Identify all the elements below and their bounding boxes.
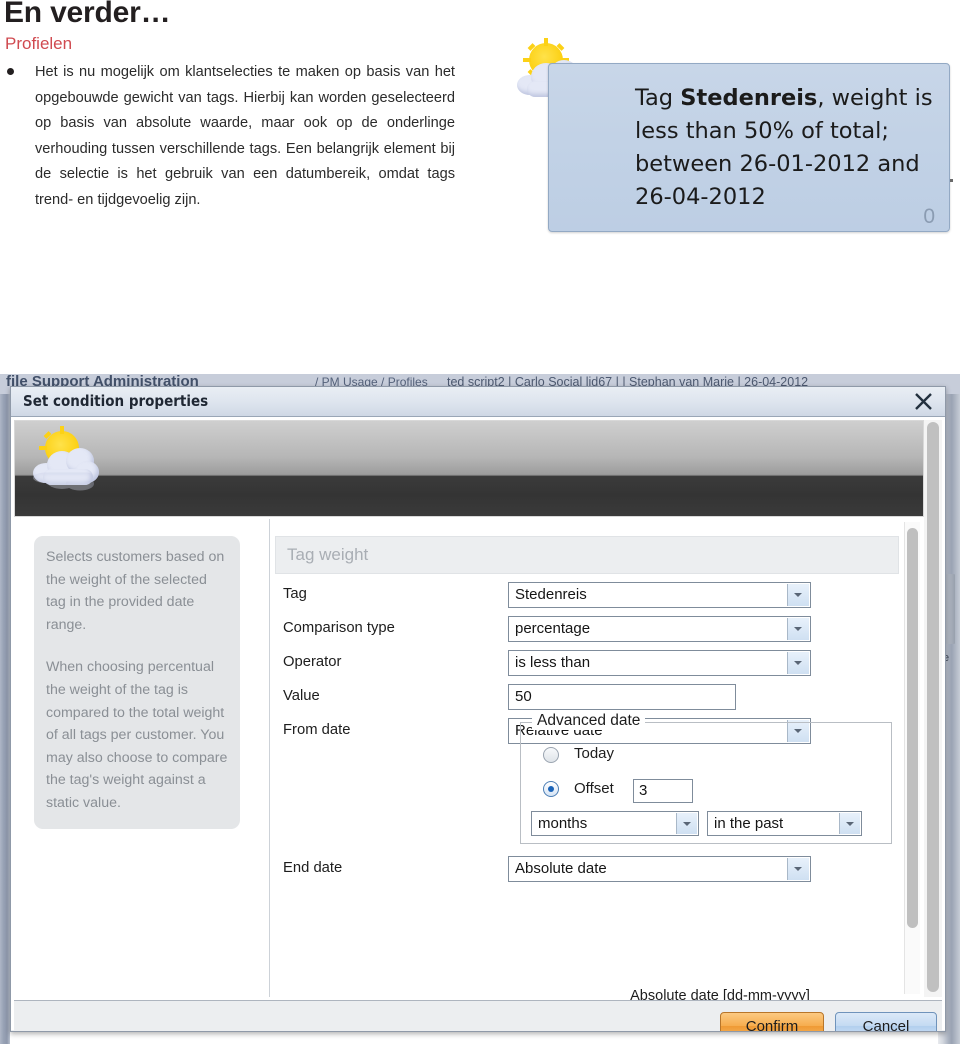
field-row-comparison-type: Comparison type percentage: [275, 614, 899, 648]
field-row-end-date: End date Absolute date: [275, 854, 899, 888]
label-end-date: End date: [283, 860, 343, 876]
background-left-edge: [0, 394, 10, 1044]
form-panel-scrollbar[interactable]: [904, 522, 920, 994]
tooltip-text: Tag Stedenreis, weight is less than 50% …: [635, 82, 935, 214]
advanced-date-legend: Advanced date: [532, 712, 646, 730]
advanced-date-fieldset: Advanced date Today Offset 3 months in t…: [520, 712, 892, 844]
dialog-footer: Confirm Cancel: [14, 1000, 942, 1031]
dialog-body: Selects customers based on the weight of…: [11, 417, 945, 1031]
dialog-panels: Selects customers based on the weight of…: [14, 519, 922, 1001]
tag-select[interactable]: Stedenreis: [508, 582, 811, 608]
label-today: Today: [574, 745, 615, 762]
dialog-banner: [14, 420, 924, 517]
operator-select[interactable]: is less than: [508, 650, 811, 676]
form-panel-scrollbar-thumb[interactable]: [907, 528, 918, 928]
chevron-down-icon[interactable]: [839, 813, 860, 834]
help-text-box: Selects customers based on the weight of…: [34, 536, 240, 829]
tooltip-line1-suffix: , weight is: [817, 85, 933, 111]
offset-direction-select[interactable]: in the past: [707, 811, 862, 836]
label-value: Value: [283, 688, 320, 704]
comparison-type-value: percentage: [515, 620, 591, 637]
label-tag: Tag: [283, 586, 307, 602]
tooltip-line2: less than 50% of total;: [635, 118, 890, 144]
operator-value: is less than: [515, 654, 591, 671]
dialog-scrollbar[interactable]: [924, 420, 942, 997]
end-date-value: Absolute date: [515, 860, 607, 877]
tooltip-line4: 26-04-2012: [635, 184, 766, 210]
chevron-down-icon[interactable]: [787, 858, 809, 880]
radio-today[interactable]: [543, 747, 559, 763]
chevron-down-icon[interactable]: [787, 652, 809, 674]
help-paragraph-1: Selects customers based on the weight of…: [46, 549, 225, 633]
close-icon[interactable]: [909, 388, 937, 415]
dialog-scrollbar-thumb[interactable]: [927, 422, 939, 992]
group-title: Tag weight: [287, 545, 369, 564]
confirm-button[interactable]: Confirm: [720, 1012, 824, 1031]
field-row-tag: Tag Stedenreis: [275, 580, 899, 614]
value-input[interactable]: 50: [508, 684, 736, 710]
offset-unit-value: months: [538, 815, 588, 832]
offset-unit-select[interactable]: months: [531, 811, 699, 836]
tag-select-value: Stedenreis: [515, 586, 587, 603]
label-operator: Operator: [283, 654, 342, 670]
tooltip-corner-value: 0: [923, 205, 935, 228]
tooltip-line3: between 26-01-2012 and: [635, 151, 920, 177]
field-row-operator: Operator is less than: [275, 648, 899, 682]
set-condition-properties-dialog: Set condition properties Selects custome…: [10, 386, 946, 1032]
offset-input-value: 3: [639, 782, 648, 799]
page-title: En verder…: [4, 0, 171, 29]
offset-input[interactable]: 3: [633, 779, 693, 803]
tooltip-bubble: Tag Stedenreis, weight is less than 50% …: [548, 63, 950, 232]
bullet-item-text: Het is nu mogelijk om klantselecties te …: [35, 64, 455, 208]
dialog-title: Set condition properties: [23, 392, 209, 410]
background-scrollbar-thumb[interactable]: [946, 574, 955, 644]
page-subtitle: Profielen: [5, 34, 73, 53]
label-comparison-type: Comparison type: [283, 620, 395, 636]
banner-reflection: [33, 472, 99, 507]
chevron-down-icon[interactable]: [787, 584, 809, 606]
form-fields: Tag weight Tag Stedenreis Comparison typ…: [275, 536, 899, 1001]
end-date-select[interactable]: Absolute date: [508, 856, 811, 882]
stray-dot: [950, 179, 953, 182]
comparison-type-select[interactable]: percentage: [508, 616, 811, 642]
value-input-text: 50: [515, 688, 532, 705]
chevron-down-icon[interactable]: [787, 618, 809, 640]
offset-direction-value: in the past: [714, 815, 784, 832]
label-from-date: From date: [283, 722, 351, 738]
dialog-titlebar: Set condition properties: [11, 387, 945, 417]
help-paragraph-2: When choosing percentual the weight of t…: [46, 659, 228, 811]
tooltip-screenshot: Tag Stedenreis, weight is less than 50% …: [503, 33, 958, 241]
cancel-button[interactable]: Cancel: [835, 1012, 937, 1031]
slide-content-area: En verder… Profielen Het is nu mogelijk …: [0, 0, 960, 380]
label-offset: Offset: [574, 780, 614, 797]
bullet-dot-icon: [7, 68, 14, 75]
form-panel: Tag weight Tag Stedenreis Comparison typ…: [270, 519, 922, 1001]
bullet-list: Het is nu mogelijk om klantselecties te …: [5, 60, 455, 213]
tooltip-line1-prefix: Tag: [635, 85, 681, 111]
tooltip-tag-name: Stedenreis: [680, 85, 818, 111]
help-panel: Selects customers based on the weight of…: [14, 519, 270, 997]
chevron-down-icon[interactable]: [676, 813, 697, 834]
radio-offset[interactable]: [543, 781, 559, 797]
field-row-value: Value 50: [275, 682, 899, 716]
group-header: Tag weight: [275, 536, 899, 574]
